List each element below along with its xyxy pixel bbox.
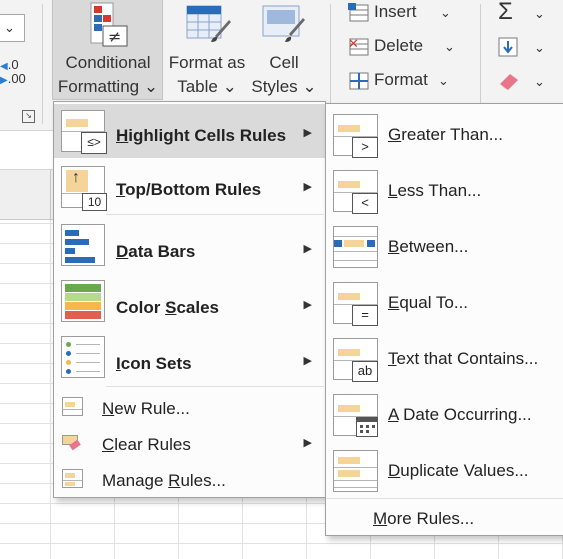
svg-text:≠: ≠: [108, 27, 121, 46]
menu-item-label: Between...: [388, 237, 469, 256]
new-rule-icon: [62, 397, 83, 416]
dialog-launcher-icon[interactable]: ↘: [22, 110, 35, 123]
format-cells-icon: [349, 72, 369, 90]
data-bars-icon: [61, 224, 105, 266]
menu-item-label: A Date Occurring...: [388, 405, 532, 424]
menu-item-manage-rules[interactable]: Manage Rules...: [54, 462, 325, 498]
chevron-down-icon: ⌄: [438, 73, 449, 88]
eraser-icon: [500, 74, 518, 90]
group-separator: [42, 4, 43, 124]
clear-button[interactable]: ⌄: [494, 68, 554, 98]
menu-item-top-bottom-rules[interactable]: ↑ 10 Top/Bottom Rules ▶: [54, 160, 325, 214]
submenu-arrow-icon: ▶: [303, 355, 312, 367]
text-contains-icon: ab: [333, 338, 378, 382]
clear-rules-icon: [62, 433, 83, 452]
menu-item-less-than[interactable]: < Less Than...: [326, 162, 563, 218]
format-as-table-button[interactable]: Format as Table ⌄: [165, 0, 249, 100]
cell-styles-button[interactable]: Cell Styles ⌄: [251, 0, 317, 100]
menu-item-clear-rules[interactable]: Clear Rules ▶: [54, 426, 325, 462]
menu-item-label: Less Than...: [388, 181, 482, 200]
submenu-arrow-icon: ▶: [303, 243, 312, 255]
top-bottom-icon: ↑ 10: [61, 166, 107, 211]
menu-item-duplicate-values[interactable]: Duplicate Values...: [326, 442, 563, 498]
menu-item-label: Manage Rules...: [102, 471, 226, 490]
number-format-dropdown[interactable]: ⌄: [0, 14, 25, 42]
autosum-button[interactable]: Σ ⌄: [494, 0, 554, 30]
highlight-cells-icon: ≤>: [61, 110, 107, 154]
chevron-down-icon: ⌄: [444, 39, 455, 54]
menu-item-highlight-cells-rules[interactable]: ≤> Highlight Cells Rules ▶: [54, 104, 325, 158]
menu-item-greater-than[interactable]: > Greater Than...: [326, 106, 563, 162]
conditional-formatting-menu: ≤> Highlight Cells Rules ▶ ↑ 10 Top/Bott…: [53, 101, 326, 498]
menu-item-label: More Rules...: [373, 509, 475, 528]
menu-item-between[interactable]: Between...: [326, 218, 563, 274]
chevron-down-icon: ⌄: [440, 5, 451, 20]
date-occurring-icon: [333, 394, 378, 437]
menu-item-icon-sets[interactable]: Icon Sets ▶: [54, 330, 325, 384]
chevron-down-icon: ⌄: [4, 20, 15, 35]
menu-item-label: New Rule...: [102, 399, 190, 418]
conditional-formatting-label: Conditional Formatting ⌄: [57, 53, 159, 96]
icon-sets-icon: [61, 336, 105, 378]
menu-item-label: Icon Sets: [116, 354, 192, 373]
greater-than-icon: >: [333, 114, 378, 158]
fill-down-icon: [498, 37, 518, 57]
menu-item-label: Duplicate Values...: [388, 461, 529, 480]
cell-styles-label: Cell Styles ⌄: [251, 53, 317, 96]
conditional-formatting-icon: ≠: [90, 2, 128, 47]
menu-item-new-rule[interactable]: New Rule...: [54, 390, 325, 426]
menu-item-label: Top/Bottom Rules: [116, 180, 262, 199]
chevron-down-icon: ⌄: [534, 40, 545, 55]
menu-item-label: Equal To...: [388, 293, 469, 312]
color-scales-icon: [61, 280, 105, 322]
menu-item-date-occurring[interactable]: A Date Occurring...: [326, 386, 563, 442]
menu-item-more-rules[interactable]: More Rules...: [326, 500, 563, 534]
menu-item-label: Greater Than...: [388, 125, 503, 144]
between-icon: [333, 226, 378, 268]
menu-item-label: Data Bars: [116, 242, 196, 261]
menu-item-equal-to[interactable]: = Equal To...: [326, 274, 563, 330]
conditional-formatting-button[interactable]: ≠ Conditional Formatting ⌄: [52, 0, 163, 100]
equal-to-icon: =: [333, 282, 378, 326]
delete-button[interactable]: ✕ Delete ⌄: [344, 34, 464, 64]
insert-cells-icon: [348, 3, 369, 22]
submenu-arrow-icon: ▶: [303, 127, 312, 139]
submenu-arrow-icon: ▶: [303, 437, 312, 449]
chevron-down-icon: ⌄: [534, 6, 545, 21]
format-button[interactable]: Format ⌄: [344, 68, 464, 98]
fill-button[interactable]: ⌄: [494, 34, 554, 64]
format-as-table-icon: [186, 5, 231, 42]
format-as-table-label: Format as Table ⌄: [168, 53, 246, 96]
menu-item-label: Text that Contains...: [388, 349, 539, 368]
menu-item-color-scales[interactable]: Color Scales ▶: [54, 274, 325, 328]
autosum-icon: Σ: [498, 0, 513, 25]
cell-styles-icon: [262, 5, 305, 42]
chevron-down-icon: ⌄: [534, 74, 545, 89]
less-than-icon: <: [333, 170, 378, 214]
menu-item-label: Highlight Cells Rules: [116, 126, 287, 145]
highlight-cells-submenu: > Greater Than... < Less Than... Between…: [325, 103, 563, 536]
duplicate-values-icon: [333, 450, 378, 492]
submenu-arrow-icon: ▶: [303, 181, 312, 193]
insert-button[interactable]: Insert ⌄: [344, 0, 464, 30]
menu-item-text-that-contains[interactable]: ab Text that Contains...: [326, 330, 563, 386]
submenu-arrow-icon: ▶: [303, 299, 312, 311]
decrease-decimal-button[interactable]: ▶.00: [0, 72, 26, 88]
manage-rules-icon: [62, 469, 83, 488]
delete-cells-icon: ✕: [348, 37, 369, 56]
svg-text:✕: ✕: [348, 37, 359, 52]
menu-item-label: Clear Rules: [102, 435, 191, 454]
menu-item-data-bars[interactable]: Data Bars ▶: [54, 218, 325, 272]
menu-item-label: Color Scales: [116, 298, 219, 317]
